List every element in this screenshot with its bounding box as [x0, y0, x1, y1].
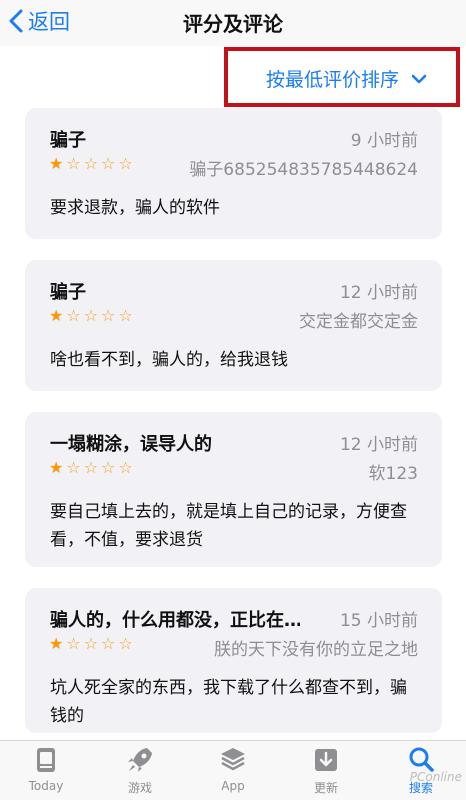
watermark: PConline [409, 770, 462, 784]
review-card[interactable]: 骗子 12 小时前 ★ ☆ ☆ ☆ ☆ 交定金都交定金 啥也看不到，骗人的，给我… [25, 260, 442, 391]
tab-apps[interactable]: App [193, 745, 273, 800]
rocket-icon [128, 748, 152, 772]
star-empty-icon: ☆ [83, 458, 99, 477]
star-rating: ★ ☆ ☆ ☆ ☆ [49, 459, 133, 477]
tab-label: App [221, 779, 245, 793]
review-card[interactable]: 一塌糊涂，误导人的 12 小时前 ★ ☆ ☆ ☆ ☆ 软123 要自己填上去的，… [25, 412, 442, 567]
sort-button[interactable]: 按最低评价排序 [266, 65, 427, 92]
star-empty-icon: ☆ [83, 154, 99, 173]
tab-games[interactable]: 游戏 [100, 745, 180, 800]
star-rating: ★ ☆ ☆ ☆ ☆ [49, 155, 133, 173]
star-empty-icon: ☆ [101, 458, 116, 477]
tab-today[interactable]: Today [6, 745, 86, 800]
star-filled-icon: ★ [49, 306, 64, 325]
review-body: 要求退款，骗人的软件 [50, 198, 220, 218]
star-empty-icon: ☆ [118, 458, 133, 477]
review-title: 一塌糊涂，误导人的 [50, 434, 212, 455]
star-empty-icon: ☆ [101, 306, 116, 325]
today-icon [37, 748, 55, 772]
chevron-down-icon [411, 74, 427, 83]
star-empty-icon: ☆ [83, 634, 99, 653]
star-empty-icon: ☆ [83, 306, 99, 325]
star-empty-icon: ☆ [118, 634, 133, 653]
sort-highlight-box: 按最低评价排序 [224, 47, 460, 107]
tab-updates[interactable]: 更新 [286, 745, 366, 800]
star-filled-icon: ★ [49, 458, 64, 477]
review-title: 骗人的，什么用都没，正比在… [50, 610, 300, 631]
star-filled-icon: ★ [49, 634, 64, 653]
page-title: 评分及评论 [183, 12, 283, 36]
star-empty-icon: ☆ [66, 154, 81, 173]
review-card[interactable]: 骗子 9 小时前 ★ ☆ ☆ ☆ ☆ 骗子685254835785448624 … [25, 108, 442, 239]
review-author: 软123 [368, 464, 418, 484]
review-time: 12 小时前 [339, 435, 418, 455]
star-empty-icon: ☆ [118, 154, 133, 173]
review-body: 要自己填上去的，就是填上自己的记录，方便查看，不值，要求退货 [50, 502, 407, 550]
nav-bar: 返回 评分及评论 [0, 0, 466, 46]
star-empty-icon: ☆ [66, 634, 81, 653]
review-author: 交定金都交定金 [299, 312, 418, 332]
review-title: 骗子 [50, 282, 86, 303]
review-card[interactable]: 骗人的，什么用都没，正比在… 15 小时前 ★ ☆ ☆ ☆ ☆ 朕的天下没有你的… [25, 588, 442, 733]
star-empty-icon: ☆ [101, 154, 116, 173]
star-empty-icon: ☆ [66, 458, 81, 477]
review-time: 9 小时前 [350, 131, 418, 151]
star-empty-icon: ☆ [118, 306, 133, 325]
review-body: 啥也看不到，骗人的，给我退钱 [50, 350, 288, 370]
review-time: 15 小时前 [339, 611, 418, 631]
review-time: 12 小时前 [339, 283, 418, 303]
review-title: 骗子 [50, 130, 86, 151]
review-body: 坑人死全家的东西，我下载了什么都查不到，骗钱的 [50, 678, 407, 726]
tab-label: Today [28, 779, 64, 793]
tab-label: 更新 [313, 781, 338, 795]
sort-label: 按最低评价排序 [266, 69, 400, 91]
star-filled-icon: ★ [49, 154, 64, 173]
star-rating: ★ ☆ ☆ ☆ ☆ [49, 635, 133, 653]
download-tray-icon [315, 749, 337, 771]
tab-bar: Today 游戏 App 更新 搜索 [0, 740, 466, 800]
review-author: 骗子685254835785448624 [189, 160, 418, 180]
star-empty-icon: ☆ [66, 306, 81, 325]
review-author: 朕的天下没有你的立足之地 [214, 640, 418, 660]
layers-icon [221, 748, 245, 771]
star-rating: ★ ☆ ☆ ☆ ☆ [49, 307, 133, 325]
star-empty-icon: ☆ [101, 634, 116, 653]
tab-label: 游戏 [127, 781, 152, 795]
